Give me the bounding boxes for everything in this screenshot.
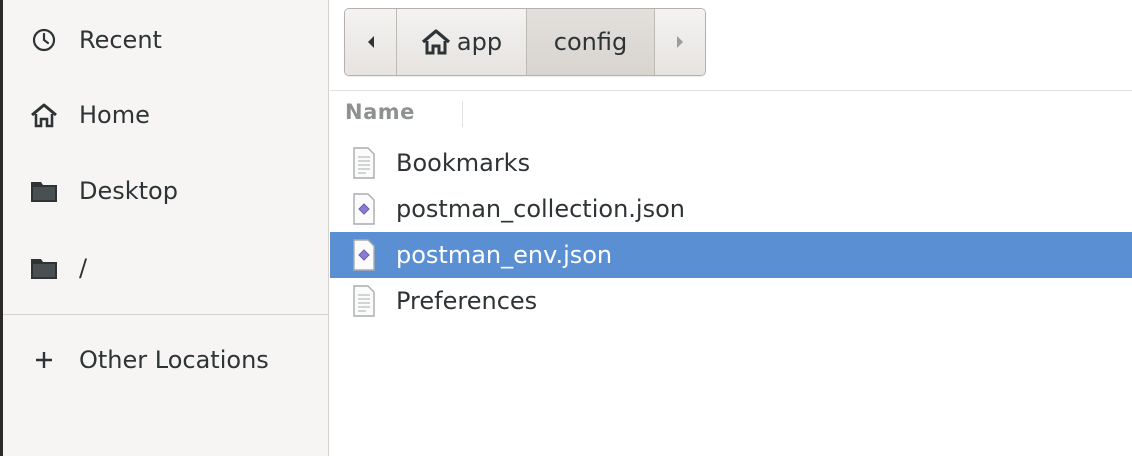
column-separator [462, 101, 463, 127]
text-file-icon [350, 146, 378, 180]
chevron-right-icon [674, 28, 686, 56]
sidebar-item-label: Desktop [79, 177, 178, 205]
folder-icon [29, 253, 59, 283]
json-file-icon [350, 192, 378, 226]
places-sidebar: Recent Home Desktop / Other Locations [0, 0, 329, 456]
json-file-icon [350, 238, 378, 272]
sidebar-item-recent[interactable]: Recent [3, 10, 329, 70]
file-name: postman_env.json [396, 241, 613, 269]
file-row[interactable]: postman_collection.json [330, 186, 1132, 232]
sidebar-item-label: Recent [79, 26, 162, 54]
file-browser: app config Name Bookmarks postman_collec… [330, 0, 1132, 456]
sidebar-item-label: / [79, 254, 88, 282]
sidebar-item-home[interactable]: Home [3, 85, 329, 145]
folder-icon [29, 176, 59, 206]
file-row[interactable]: Preferences [330, 278, 1132, 324]
column-header-name[interactable]: Name [345, 100, 415, 124]
crumb-label: app [456, 28, 503, 56]
toolbar: app config [330, 0, 1132, 88]
chevron-left-icon [365, 28, 377, 56]
path-back-button[interactable] [345, 9, 397, 75]
path-crumb-app[interactable]: app [397, 9, 527, 75]
path-forward-button[interactable] [655, 9, 705, 75]
plus-icon [29, 345, 59, 375]
sidebar-item-desktop[interactable]: Desktop [3, 161, 329, 221]
home-icon [29, 100, 59, 130]
home-icon [421, 29, 451, 55]
file-name: postman_collection.json [396, 195, 685, 223]
clock-icon [29, 25, 59, 55]
file-name: Preferences [396, 287, 538, 315]
text-file-icon [350, 284, 378, 318]
path-bar: app config [344, 8, 706, 76]
crumb-label: config [553, 28, 628, 56]
file-row-selected[interactable]: postman_env.json [330, 232, 1132, 278]
sidebar-divider [3, 314, 329, 315]
sidebar-item-other-locations[interactable]: Other Locations [3, 330, 329, 390]
sidebar-item-label: Other Locations [79, 346, 269, 374]
sidebar-item-label: Home [79, 101, 150, 129]
file-name: Bookmarks [396, 149, 531, 177]
sidebar-item-root[interactable]: / [3, 238, 329, 298]
path-crumb-config[interactable]: config [527, 9, 655, 75]
column-header[interactable]: Name [330, 90, 1132, 136]
file-row[interactable]: Bookmarks [330, 140, 1132, 186]
